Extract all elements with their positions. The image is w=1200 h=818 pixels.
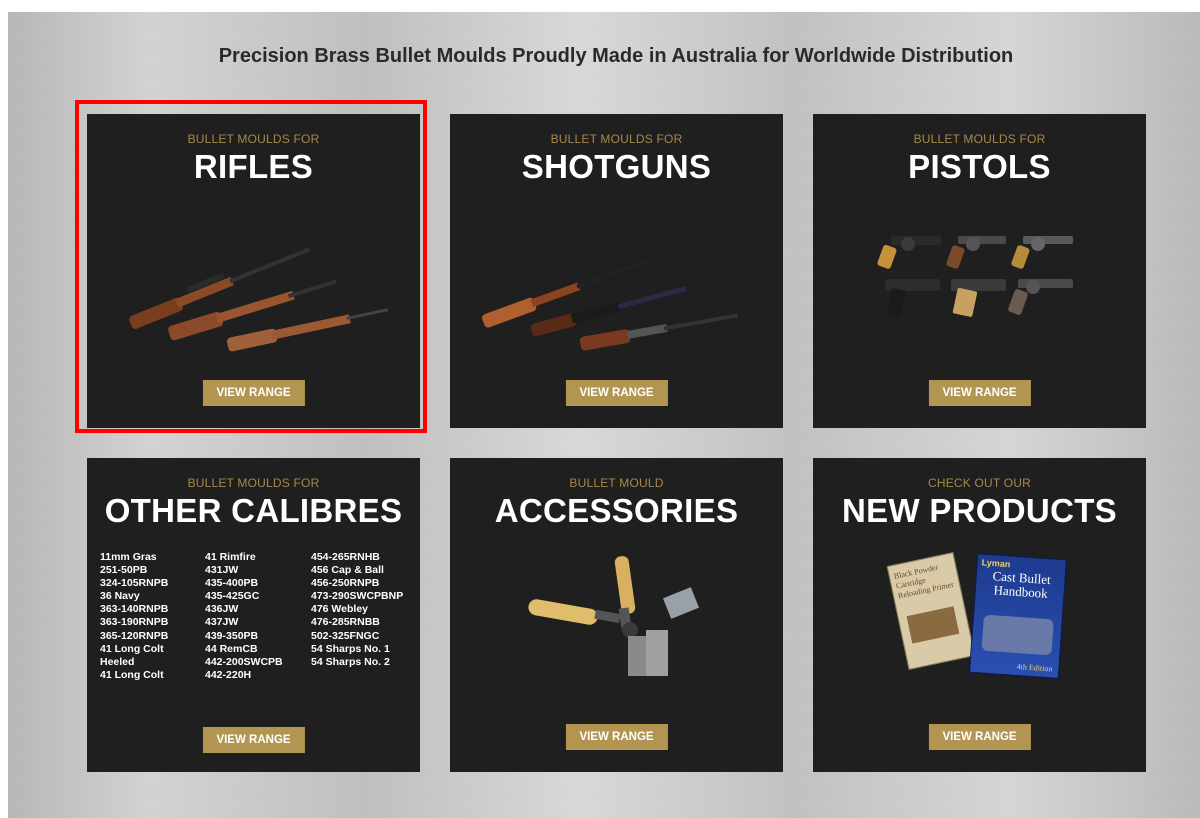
card-rifles[interactable]: BULLET MOULDS FOR RIFLES VIEW RANGE — [87, 114, 420, 428]
calibre-link[interactable]: 363-190RNPB — [100, 616, 168, 629]
calibre-link[interactable]: 456 Cap & Ball — [311, 564, 403, 577]
book-black-powder: Black Powder Cartridge Reloading Primer — [886, 552, 976, 670]
card-eyebrow: BULLET MOULDS FOR — [187, 476, 320, 490]
calibre-column-1: 11mm Gras 251-50PB 324-105RNPB 36 Navy 3… — [100, 551, 168, 682]
calibre-link[interactable]: Heeled — [100, 656, 168, 669]
calibre-link[interactable]: 442-220H — [205, 669, 283, 682]
calibre-link[interactable]: 36 Navy — [100, 590, 168, 603]
card-new-products[interactable]: CHECK OUT OUR NEW PRODUCTS Black Powder … — [813, 458, 1146, 772]
calibre-link[interactable]: 435-400PB — [205, 577, 283, 590]
calibre-link[interactable]: 454-265RNHB — [311, 551, 403, 564]
calibre-link[interactable]: 502-325FNGC — [311, 630, 403, 643]
calibre-link[interactable]: 41 Long Colt — [100, 643, 168, 656]
card-pistols[interactable]: BULLET MOULDS FOR PISTOLS VIEW RANGE — [813, 114, 1146, 428]
calibre-link[interactable]: 363-140RNPB — [100, 603, 168, 616]
calibre-link[interactable]: 41 Long Colt — [100, 669, 168, 682]
calibre-link[interactable]: 436JW — [205, 603, 283, 616]
card-other-calibres[interactable]: BULLET MOULDS FOR OTHER CALIBRES 11mm Gr… — [87, 458, 420, 772]
calibre-link[interactable]: 456-250RNPB — [311, 577, 403, 590]
calibre-link[interactable]: 442-200SWCPB — [205, 656, 283, 669]
calibre-link[interactable]: 431JW — [205, 564, 283, 577]
card-accessories[interactable]: BULLET MOULD ACCESSORIES VIEW RANGE — [450, 458, 783, 772]
view-range-button[interactable]: VIEW RANGE — [565, 380, 668, 406]
card-title: OTHER CALIBRES — [104, 492, 403, 529]
calibre-link[interactable]: 473-290SWCPBNP — [311, 590, 403, 603]
card-shotguns[interactable]: BULLET MOULDS FOR SHOTGUNS VIEW RANGE — [450, 114, 783, 428]
calibre-link[interactable]: 11mm Gras — [100, 551, 168, 564]
calibre-link[interactable]: 476-285RNBB — [311, 616, 403, 629]
calibre-link[interactable]: 476 Webley — [311, 603, 403, 616]
calibre-column-3: 454-265RNHB 456 Cap & Ball 456-250RNPB 4… — [311, 551, 403, 669]
calibre-link[interactable]: 437JW — [205, 616, 283, 629]
view-range-button[interactable]: VIEW RANGE — [202, 380, 305, 406]
view-range-button[interactable]: VIEW RANGE — [565, 724, 668, 750]
view-range-button[interactable]: VIEW RANGE — [202, 727, 305, 753]
calibre-link[interactable]: 324-105RNPB — [100, 577, 168, 590]
view-range-button[interactable]: VIEW RANGE — [928, 724, 1031, 750]
page-headline: Precision Brass Bullet Moulds Proudly Ma… — [218, 45, 1014, 67]
calibre-link[interactable]: 44 RemCB — [205, 643, 283, 656]
calibre-link[interactable]: 251-50PB — [100, 564, 168, 577]
book-cast-bullet-handbook: Lyman Cast Bullet Handbook 4th Edition — [968, 553, 1068, 679]
calibre-link[interactable]: 41 Rimfire — [205, 551, 283, 564]
calibre-link[interactable]: 54 Sharps No. 2 — [311, 656, 403, 669]
view-range-button[interactable]: VIEW RANGE — [928, 380, 1031, 406]
calibre-column-2: 41 Rimfire 431JW 435-400PB 435-425GC 436… — [205, 551, 283, 682]
calibre-link[interactable]: 435-425GC — [205, 590, 283, 603]
calibre-link[interactable]: 54 Sharps No. 1 — [311, 643, 403, 656]
calibre-link[interactable]: 365-120RNPB — [100, 630, 168, 643]
calibre-link[interactable]: 439-350PB — [205, 630, 283, 643]
